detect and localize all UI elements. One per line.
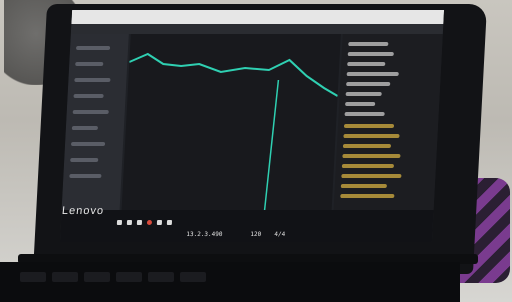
last-frame-icon[interactable] (166, 220, 173, 225)
panel-row[interactable] (70, 142, 106, 146)
laptop-screen: 13.2.3.490 120 4/4 (59, 10, 445, 242)
tree-item[interactable] (345, 102, 376, 106)
panel-row[interactable] (75, 62, 104, 66)
teal-vertical-line (263, 79, 280, 210)
app-toolbar (70, 24, 444, 34)
first-frame-icon[interactable] (116, 220, 123, 225)
laptop-brand-logo: Lenovo (61, 205, 105, 217)
tree-item[interactable] (341, 164, 395, 168)
panel-row[interactable] (69, 174, 102, 178)
keyboard-key (20, 272, 46, 282)
tree-item[interactable] (347, 52, 394, 56)
count-readout: 4/4 (274, 231, 286, 238)
panel-row[interactable] (73, 94, 104, 98)
panel-row[interactable] (72, 110, 109, 114)
previous-frame-icon[interactable] (126, 220, 133, 225)
panel-row[interactable] (75, 46, 111, 50)
file-tree-panel (333, 34, 443, 210)
tree-item[interactable] (341, 174, 402, 178)
next-frame-icon[interactable] (156, 220, 163, 225)
tree-item[interactable] (342, 154, 401, 158)
tree-item[interactable] (343, 124, 395, 128)
tree-item[interactable] (343, 134, 400, 138)
keyboard-key (180, 272, 206, 282)
number-readout: 120 (250, 231, 262, 238)
tree-item[interactable] (346, 72, 399, 76)
keyboard (0, 262, 460, 302)
tree-item[interactable] (347, 62, 386, 66)
keyboard-key (52, 272, 78, 282)
panel-row[interactable] (74, 78, 111, 82)
position-readout: 13.2.3.490 (186, 231, 223, 238)
tree-item[interactable] (345, 92, 382, 96)
tree-item[interactable] (340, 194, 395, 198)
left-properties-panel (61, 34, 129, 210)
curve-graph (128, 52, 339, 210)
keyboard-key (148, 272, 174, 282)
stop-icon[interactable] (136, 220, 143, 225)
tree-item[interactable] (348, 42, 389, 46)
teal-curve-line (128, 52, 339, 97)
tree-item[interactable] (346, 82, 391, 86)
panel-row[interactable] (70, 158, 99, 162)
keyboard-key (116, 272, 142, 282)
keyboard-key (84, 272, 110, 282)
playback-bar (59, 210, 434, 242)
browser-top-bar (71, 10, 445, 24)
tree-item[interactable] (344, 112, 385, 116)
tree-item[interactable] (340, 184, 387, 188)
tree-item[interactable] (342, 144, 392, 148)
panel-row[interactable] (71, 126, 98, 130)
